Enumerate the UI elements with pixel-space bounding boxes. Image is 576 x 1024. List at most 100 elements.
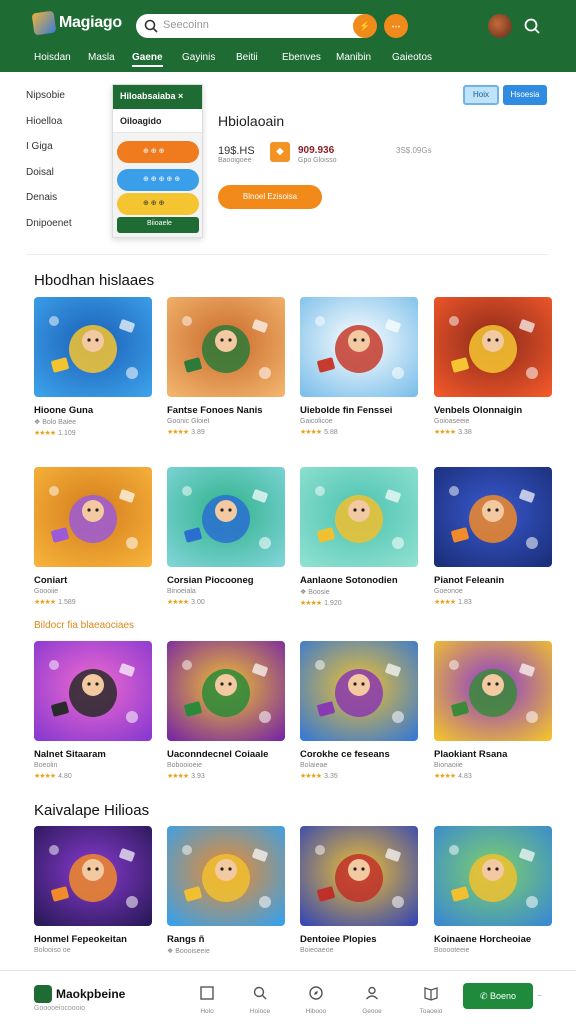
game-title[interactable]: Fantse Fonoes Nanis — [167, 405, 285, 416]
star-rating-icon: ★★★★ — [300, 429, 322, 436]
bottom-primary-button[interactable]: ✆ Boeno — [463, 983, 533, 1009]
nav-tab[interactable]: Beitii — [236, 52, 258, 63]
game-card[interactable]: Aanlaone Sotonodien ❖ Boosie ★★★★ 1.920 — [300, 467, 418, 607]
game-thumbnail[interactable] — [300, 641, 418, 741]
game-title[interactable]: Pianot Feleanin — [434, 575, 552, 586]
game-title[interactable]: Corsian Piocooneg — [167, 575, 285, 586]
left-menu-item[interactable]: Doisal — [26, 167, 54, 178]
game-title[interactable]: Honmel Fepeokeitan — [34, 934, 152, 945]
game-card[interactable]: Honmel Fepeokeitan Bolooiso oe — [34, 826, 152, 954]
game-card[interactable]: Fantse Fonoes Nanis Goonic Gloiet ★★★★ 3.89 — [167, 297, 285, 436]
game-title[interactable]: Uiebolde fin Fenssei — [300, 405, 418, 416]
bottom-nav-home[interactable]: Holo — [190, 985, 224, 1015]
bottom-nav-profile[interactable]: Geooe — [355, 985, 389, 1015]
game-rating: ★★★★ 1.109 — [34, 429, 152, 437]
game-thumbnail[interactable] — [167, 467, 285, 567]
game-card[interactable]: Koinaene Horcheoiae Booooteeie — [434, 826, 552, 954]
game-card[interactable]: Corsian Piocooneg Binoeiala ★★★★ 3.00 — [167, 467, 285, 606]
game-title[interactable]: Coniart — [34, 575, 152, 586]
brand-logo-icon — [34, 985, 52, 1003]
search-input[interactable]: Seecoinn — [136, 14, 376, 38]
feature-cta-button[interactable]: Blnoel Ezisoisa — [218, 185, 322, 209]
nav-tab[interactable]: Ebenves — [282, 52, 321, 63]
left-menu-item[interactable]: Nipsobie — [26, 90, 65, 101]
game-rating: ★★★★ 5.88 — [300, 428, 418, 436]
more-button[interactable]: ⋯ — [384, 14, 408, 38]
nav-tab[interactable]: Gaieotos — [392, 52, 432, 63]
game-card[interactable]: Hioone Guna ❖ Bolo Baiee ★★★★ 1.109 — [34, 297, 152, 437]
game-thumbnail[interactable] — [300, 467, 418, 567]
game-thumbnail[interactable] — [34, 641, 152, 741]
dropdown-option-2[interactable]: ⊕ ⊕ ⊕ ⊕ ⊕ — [117, 169, 199, 191]
game-title[interactable]: Koinaene Horcheoiae — [434, 934, 552, 945]
game-thumbnail[interactable] — [300, 826, 418, 926]
game-title[interactable]: Dentoiee Plopies — [300, 934, 418, 945]
game-thumbnail[interactable] — [434, 826, 552, 926]
game-card[interactable]: Nalnet Sitaaram Boeolin ★★★★ 4.80 — [34, 641, 152, 780]
nav-tab[interactable]: Masla — [88, 52, 115, 63]
game-thumbnail[interactable] — [167, 641, 285, 741]
left-menu-item[interactable]: I Giga — [26, 141, 53, 152]
dropdown-footer-button[interactable]: Biioaele — [117, 217, 199, 233]
game-artwork — [34, 826, 152, 926]
left-menu-item[interactable]: Dnipoenet — [26, 218, 72, 229]
avatar[interactable] — [488, 14, 512, 38]
section-title: Bildocr fia blaeaociaes — [34, 620, 135, 631]
game-thumbnail[interactable] — [434, 641, 552, 741]
game-subtitle: Goooiie — [34, 588, 59, 595]
compass-icon — [309, 986, 323, 1000]
dropdown-option-3[interactable]: ⊕ ⊕ ⊕ — [117, 193, 199, 215]
brand-name[interactable]: Maokpbeine — [56, 987, 125, 1001]
toggle-button-1[interactable]: Hoix — [463, 85, 499, 105]
star-rating-icon: ★★★★ — [434, 429, 456, 436]
left-menu-item[interactable]: Hioelloa — [26, 116, 62, 127]
bottom-nav-explore[interactable]: Hibooo — [299, 985, 333, 1015]
game-title[interactable]: Plaokiant Rsana — [434, 749, 552, 760]
game-card[interactable]: Venbels Olonnaigin Goioaseeie ★★★★ 3.38 — [434, 297, 552, 436]
game-card[interactable]: Corokhe ce feseans Bolaieae ★★★★ 3.35 — [300, 641, 418, 780]
rating-value: 1.109 — [58, 430, 76, 437]
game-artwork — [434, 467, 552, 567]
game-title[interactable]: Venbels Olonnaigin — [434, 405, 552, 416]
nav-tab[interactable]: Hoisdan — [34, 52, 71, 63]
nav-tab[interactable]: Manibin — [336, 52, 371, 63]
game-title[interactable]: Nalnet Sitaaram — [34, 749, 152, 760]
game-card[interactable]: Uaconndecnel Coiaale Bobooioeie ★★★★ 3.93 — [167, 641, 285, 780]
left-menu-item[interactable]: Denais — [26, 192, 57, 203]
game-thumbnail[interactable] — [434, 467, 552, 567]
game-card[interactable]: Uiebolde fin Fenssei Gaicolicoe ★★★★ 5.88 — [300, 297, 418, 436]
game-thumbnail[interactable] — [300, 297, 418, 397]
bottom-nav-library[interactable]: Toaoeio — [414, 985, 448, 1015]
dropdown-header[interactable]: Hiloabsaiaba × — [113, 85, 202, 109]
game-thumbnail[interactable] — [167, 826, 285, 926]
bottom-nav-label: Holo — [200, 1008, 214, 1015]
game-thumbnail[interactable] — [34, 297, 152, 397]
game-thumbnail[interactable] — [434, 297, 552, 397]
game-rating: ★★★★ 3.89 — [167, 428, 285, 436]
bottom-primary-label: Boeno — [490, 991, 517, 1001]
dropdown-option-1[interactable]: ⊕ ⊕ ⊕ — [117, 141, 199, 163]
game-title[interactable]: Hioone Guna — [34, 405, 152, 416]
game-card[interactable]: Plaokiant Rsana Bionaoiie ★★★★ 4.83 — [434, 641, 552, 780]
game-title[interactable]: Corokhe ce feseans — [300, 749, 418, 760]
nav-tab[interactable]: Gaene — [132, 52, 163, 67]
game-card[interactable]: Rangs ñ ❖ Boooiseeie — [167, 826, 285, 955]
game-card[interactable]: Pianot Feleanin Goeonoe ★★★★ 1.83 — [434, 467, 552, 606]
bottom-nav-search[interactable]: Hoioce — [243, 985, 277, 1015]
nav-tab[interactable]: Gayinis — [182, 52, 215, 63]
game-thumbnail[interactable] — [34, 826, 152, 926]
game-thumbnail[interactable] — [167, 297, 285, 397]
header-search-icon[interactable] — [522, 16, 542, 36]
quick-action-button[interactable]: ⚡ — [353, 14, 377, 38]
bottom-nav-label: Geooe — [362, 1008, 382, 1015]
game-card[interactable]: Dentoiee Plopies Boieoaeoe — [300, 826, 418, 954]
game-title[interactable]: Aanlaone Sotonodien — [300, 575, 418, 586]
minimize-indicator[interactable]: − — [537, 991, 542, 1000]
app-logo[interactable]: Magiago — [31, 10, 122, 36]
game-card[interactable]: Coniart Goooiie ★★★★ 1.589 — [34, 467, 152, 606]
game-title[interactable]: Uaconndecnel Coiaale — [167, 749, 285, 760]
game-thumbnail[interactable] — [34, 467, 152, 567]
game-title[interactable]: Rangs ñ — [167, 934, 285, 945]
toggle-button-2[interactable]: Hsoesia — [503, 85, 547, 105]
bottom-nav-label: Toaoeio — [419, 1008, 443, 1015]
